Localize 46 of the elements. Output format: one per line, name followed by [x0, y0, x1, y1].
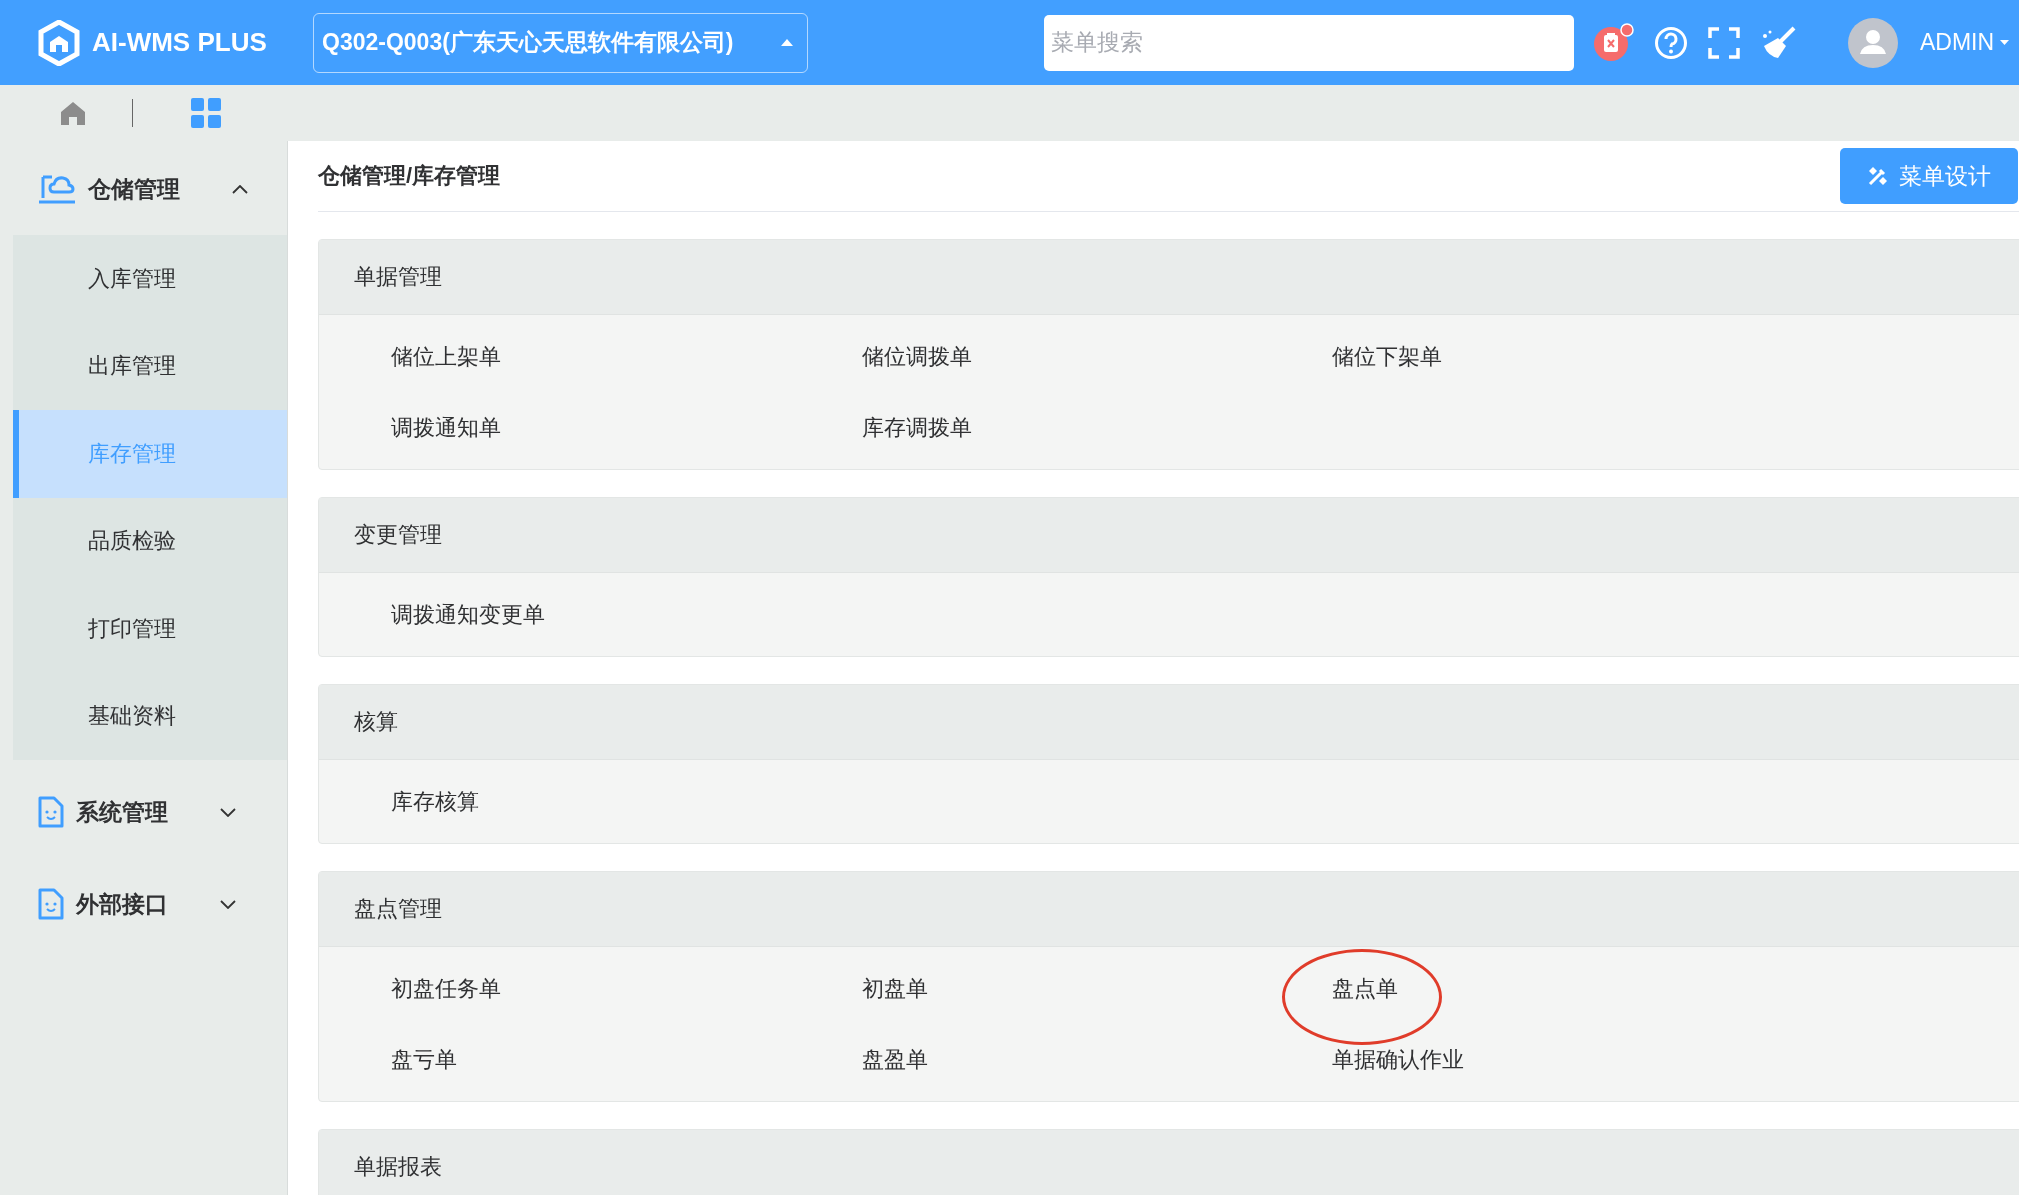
menu-link[interactable]: 盘点单 [1332, 973, 1398, 1004]
submenu-item[interactable]: 打印管理 [13, 585, 287, 673]
menu-group[interactable]: 系统管理 [0, 766, 287, 858]
menu-link[interactable]: 盘盈单 [862, 1044, 928, 1075]
section-title: 核算 [319, 685, 2019, 760]
search-field[interactable]: 菜单搜索 [1044, 14, 1574, 71]
home-icon[interactable] [60, 100, 86, 126]
clipboard-notification-icon[interactable] [1594, 22, 1634, 63]
help-icon[interactable] [1654, 25, 1688, 60]
menu-link[interactable]: 盘亏单 [391, 1044, 457, 1075]
menu-link[interactable]: 储位下架单 [1332, 341, 1442, 372]
app-title: AI-WMS PLUS [92, 27, 267, 58]
submenu-item[interactable]: 入库管理 [13, 235, 287, 323]
menu-link[interactable]: 单据确认作业 [1332, 1044, 1464, 1075]
menu-group[interactable]: 外部接口 [0, 858, 287, 950]
fullscreen-icon[interactable] [1708, 26, 1740, 59]
menu-link[interactable]: 库存核算 [391, 786, 479, 817]
grid-icon[interactable] [191, 98, 221, 128]
menu-link[interactable]: 库存调拨单 [862, 412, 972, 443]
menu-link[interactable]: 储位上架单 [391, 341, 501, 372]
submenu-item[interactable]: 品质检验 [13, 497, 287, 585]
section-title: 单据报表 [319, 1130, 2019, 1195]
section-title: 单据管理 [319, 240, 2019, 315]
menu-group[interactable]: 仓储管理 [0, 143, 287, 235]
submenu-item[interactable]: 基础资料 [13, 672, 287, 760]
breadcrumb: 仓储管理/库存管理 [318, 162, 501, 190]
document-icon [38, 796, 64, 828]
menu-link[interactable]: 调拨通知变更单 [391, 599, 545, 630]
chevron-down-icon [220, 807, 236, 817]
menu-link[interactable]: 调拨通知单 [391, 412, 501, 443]
broom-icon[interactable] [1760, 25, 1796, 60]
menu-link[interactable]: 储位调拨单 [862, 341, 972, 372]
cube-logo-icon [38, 19, 80, 66]
chevron-up-icon [232, 184, 248, 194]
caret-down-icon [2000, 40, 2010, 45]
submenu-item[interactable]: 出库管理 [13, 322, 287, 410]
avatar-icon[interactable] [1848, 17, 1898, 68]
chevron-down-icon [220, 899, 236, 909]
laptop-cloud-icon [38, 174, 76, 204]
menu-link[interactable]: 初盘单 [862, 973, 928, 1004]
document-icon [38, 888, 64, 920]
pencil-ruler-icon [1867, 165, 1889, 187]
menu-link[interactable]: 初盘任务单 [391, 973, 501, 1004]
caret-up-icon [781, 39, 793, 46]
section-title: 变更管理 [319, 498, 2019, 573]
section-title: 盘点管理 [319, 872, 2019, 947]
